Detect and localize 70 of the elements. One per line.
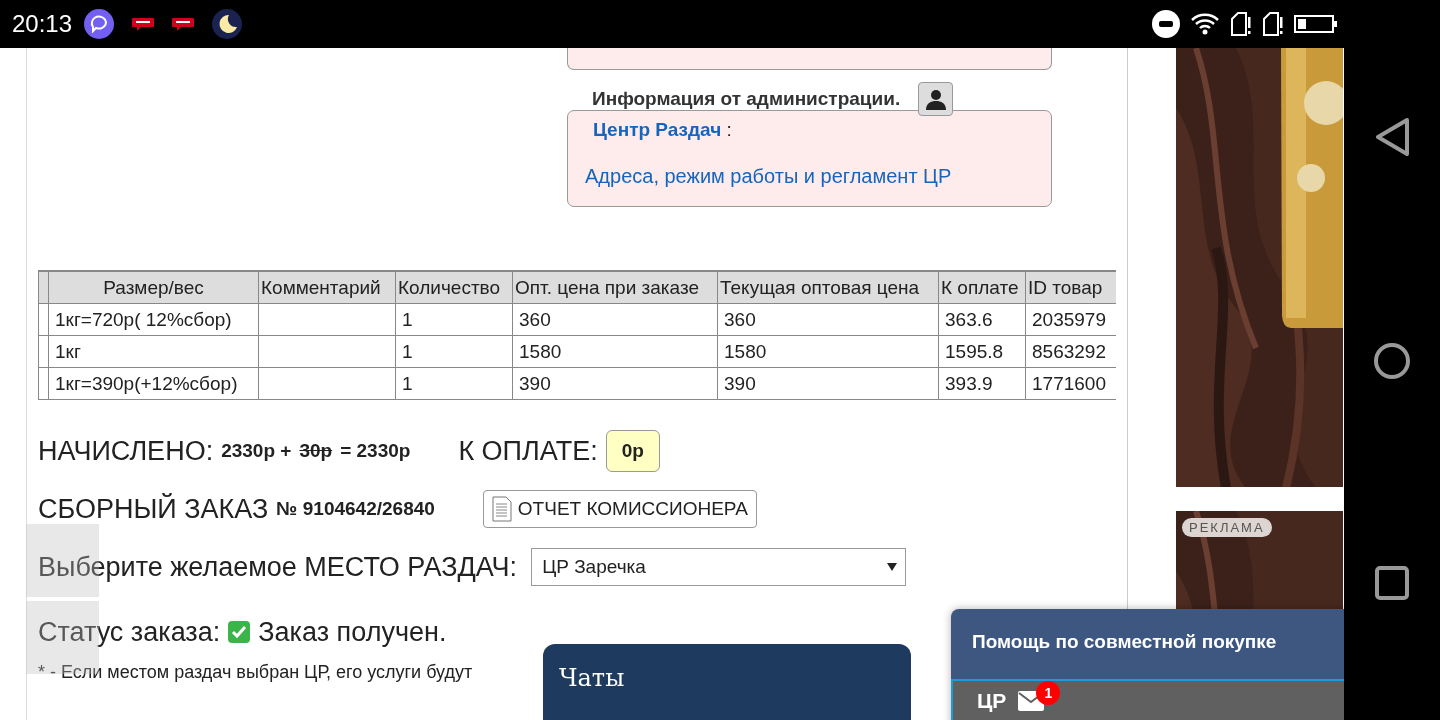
report-button[interactable]: ОТЧЕТ КОМИССИОНЕРА [482, 490, 757, 528]
table-cell [38, 303, 49, 336]
chat-tab[interactable]: ЦР 1 [951, 679, 1344, 720]
table-cell: 393.9 [938, 367, 1026, 400]
to-pay-amount: 0р [605, 430, 660, 472]
panel-title: Чаты [559, 664, 625, 692]
sim-card-icon [1230, 11, 1252, 37]
footnote-text: * - Если местом раздач выбран ЦР, его услуги будут [38, 662, 473, 683]
pickup-select[interactable]: ЦР Заречка [531, 548, 907, 586]
center-link[interactable]: Центр Раздач [593, 119, 722, 140]
section-title: Информация от администрации. [592, 88, 901, 110]
unread-badge: 1 [1036, 681, 1061, 705]
to-pay-label: К ОПЛАТЕ: [458, 435, 598, 467]
clock-time: 20:13 [12, 10, 73, 38]
table-cell [38, 367, 49, 400]
dropdown-arrow-icon [887, 563, 898, 571]
rules-link[interactable]: Адреса, режим работы и регламент ЦР [585, 165, 952, 188]
charged-total: = 2330р [340, 440, 411, 462]
charged-label: НАЧИСЛЕНО: [38, 435, 214, 467]
do-not-disturb-icon [1152, 10, 1180, 38]
recents-button[interactable] [1375, 566, 1409, 600]
column-header: Комментарий [258, 271, 396, 304]
table-cell: 1580 [717, 335, 939, 368]
recents-icon [1375, 566, 1409, 600]
column-header: Текущая оптовая цена [717, 271, 939, 304]
table-cell: 1кг=720р( 12%сбор) [48, 303, 259, 336]
status-value: Заказ получен. [258, 616, 447, 648]
group-order-label: СБОРНЫЙ ЗАКАЗ [38, 493, 269, 525]
column-header: Количество [395, 271, 513, 304]
sim-card-icon [1262, 11, 1284, 37]
battery-icon [1294, 15, 1338, 33]
table-cell: 1кг [48, 335, 259, 368]
charged-amount: 2330р + [221, 440, 292, 462]
table-cell: 363.6 [938, 303, 1026, 336]
discount-amount: 30р [299, 440, 333, 462]
column-header: Размер/вес [48, 271, 259, 304]
table-cell: 1 [395, 367, 513, 400]
home-button[interactable] [1373, 342, 1411, 380]
column-header: Опт. цена при заказе [512, 271, 718, 304]
back-icon [1375, 118, 1409, 156]
person-icon [924, 88, 947, 110]
home-icon [1373, 342, 1411, 380]
column-header: ID товар [1025, 271, 1116, 304]
table-cell [38, 335, 49, 368]
panel-title: Помощь по совместной покупке [971, 630, 1278, 654]
table-cell: 390 [512, 367, 718, 400]
table-cell: 1595.8 [938, 335, 1026, 368]
tab-label: ЦР [977, 689, 1007, 713]
table-cell: 360 [512, 303, 718, 336]
document-icon [491, 496, 512, 522]
table-cell: 360 [717, 303, 939, 336]
moon-icon [212, 9, 243, 39]
table-header-cell [38, 271, 49, 304]
back-button[interactable] [1375, 118, 1409, 156]
hot-badge-icon [172, 16, 195, 32]
order-number: № 9104642/26840 [276, 498, 435, 520]
table-cell: 1580 [512, 335, 718, 368]
separator-text: : [725, 119, 732, 140]
table-cell: 1 [395, 335, 513, 368]
hot-badge-icon [132, 16, 155, 32]
admin-button[interactable] [918, 82, 954, 116]
chat-bubble-icon [84, 9, 115, 39]
table-cell: 1кг=390р(+12%сбор) [48, 367, 259, 400]
table-cell: 390 [717, 367, 939, 400]
status-label: Статус заказа: [38, 616, 221, 648]
table-cell: 1 [395, 303, 513, 336]
column-header: К оплате [938, 271, 1026, 304]
pickup-label: Выберите желаемое МЕСТО РАЗДАЧ: [38, 551, 518, 583]
wifi-icon [1190, 12, 1220, 36]
ad-label: РЕКЛАМА [1182, 518, 1272, 537]
